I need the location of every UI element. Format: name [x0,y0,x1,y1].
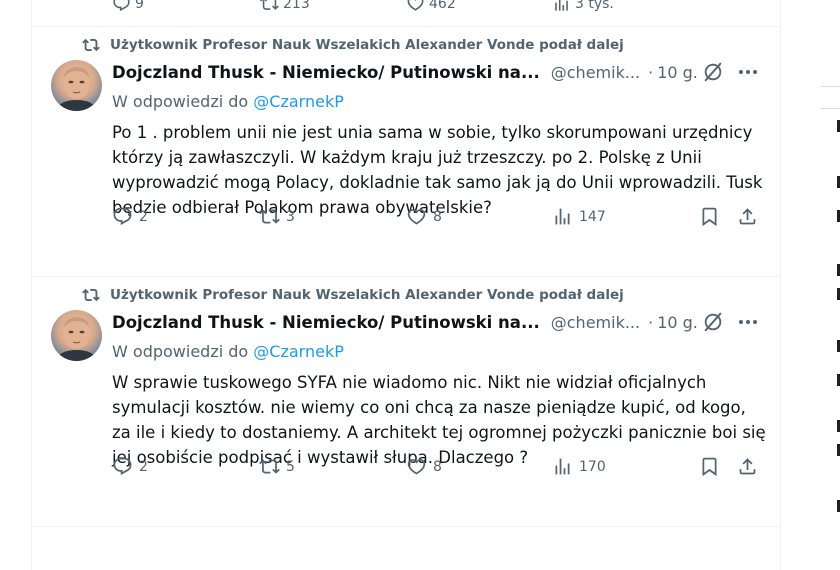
views-count: 147 [579,208,606,225]
bookmark-button[interactable] [699,206,720,227]
retweeted-by[interactable]: Użytkownik Profesor Nauk Wszelakich Alex… [82,286,624,304]
timeline: 9 213 462 3 tys. Użytkownik Profesor Nau… [31,0,781,570]
share-button[interactable] [737,456,758,477]
author-name[interactable]: Dojczland Thusk - Niemiecko/ Putinowski … [112,63,540,82]
avatar[interactable] [51,60,102,111]
avatar-face-icon [56,317,97,361]
reply-context: W odpowiedzi do @CzarnekP [112,342,344,361]
grok-icon[interactable] [702,61,724,83]
reply-icon [113,0,130,12]
like-icon [407,209,426,225]
retweet-icon [260,0,279,10]
avatar[interactable] [51,310,102,361]
reply-count: 2 [139,208,148,225]
sidebar-divider [821,86,840,87]
tweet-text: Po 1 . problem unii nie jest unia sama w… [112,123,763,217]
reply-to-handle[interactable]: @CzarnekP [253,92,344,111]
tweet-actions: 2 5 8 170 [112,456,762,480]
tweet-header: Dojczland Thusk - Niemiecko/ Putinowski … [112,310,762,334]
bookmark-icon [702,207,717,227]
reply-icon [113,457,132,475]
retweet-count: 213 [283,0,310,12]
retweet-icon [259,459,280,474]
retweet-count: 5 [286,458,295,475]
retweeted-by[interactable]: Użytkownik Profesor Nauk Wszelakich Alex… [82,36,624,54]
previous-tweet-actions: 9 213 462 3 tys. [32,0,780,27]
share-icon [739,458,756,475]
tweet[interactable]: Użytkownik Profesor Nauk Wszelakich Alex… [32,276,780,527]
avatar-face-icon [56,67,97,111]
retweet-icon [82,38,100,52]
bookmark-icon [702,457,717,477]
views-count: 170 [579,458,606,475]
like-button[interactable]: 462 [406,0,456,13]
tweet-time[interactable]: 10 g. [657,313,698,332]
share-button[interactable] [737,206,758,227]
author-name[interactable]: Dojczland Thusk - Niemiecko/ Putinowski … [112,313,540,332]
reply-count: 2 [139,458,148,475]
separator-dot: · [648,312,654,332]
tweet-text: W sprawie tuskowego SYFA nie wiadomo nic… [112,373,766,467]
more-icon[interactable] [736,60,760,84]
retweet-icon [259,209,280,224]
more-icon[interactable] [736,310,760,334]
reply-count: 9 [135,0,144,12]
reply-to-handle[interactable]: @CzarnekP [253,342,344,361]
like-button[interactable]: 8 [406,456,442,477]
reply-button[interactable]: 2 [112,456,148,477]
like-icon [407,459,426,475]
retweet-button[interactable]: 213 [260,0,310,13]
reply-button[interactable]: 2 [112,206,148,227]
share-icon [739,208,756,225]
retweeted-by-label: Użytkownik Profesor Nauk Wszelakich Alex… [110,37,624,53]
retweet-count: 3 [286,208,295,225]
author-handle[interactable]: @chemik... [551,313,640,332]
views-button[interactable]: 147 [552,206,606,227]
retweet-icon [82,288,100,302]
views-icon [555,458,570,475]
reply-context: W odpowiedzi do @CzarnekP [112,92,344,111]
like-count: 8 [433,208,442,225]
tweet-actions: 2 3 8 147 [112,206,762,230]
reply-to-label: W odpowiedzi do [112,92,254,111]
reply-to-label: W odpowiedzi do [112,342,254,361]
retweet-button[interactable]: 5 [259,456,295,477]
author-handle[interactable]: @chemik... [551,63,640,82]
grok-icon[interactable] [702,311,724,333]
tweet-time[interactable]: 10 g. [657,63,698,82]
retweet-button[interactable]: 3 [259,206,295,227]
reply-button[interactable]: 9 [112,0,144,13]
sidebar-divider [821,108,840,109]
retweeted-by-label: Użytkownik Profesor Nauk Wszelakich Alex… [110,287,624,303]
reply-icon [113,207,132,225]
views-button[interactable]: 170 [552,456,606,477]
views-button[interactable]: 3 tys. [552,0,614,13]
tweet[interactable]: Użytkownik Profesor Nauk Wszelakich Alex… [32,26,780,277]
views-count: 3 tys. [575,0,614,12]
views-icon [555,0,568,11]
like-count: 462 [429,0,456,12]
tweet-header: Dojczland Thusk - Niemiecko/ Putinowski … [112,60,762,84]
views-icon [555,208,570,225]
like-button[interactable]: 8 [406,206,442,227]
bookmark-button[interactable] [699,456,720,477]
like-icon [407,0,424,11]
like-count: 8 [433,458,442,475]
separator-dot: · [648,62,654,82]
